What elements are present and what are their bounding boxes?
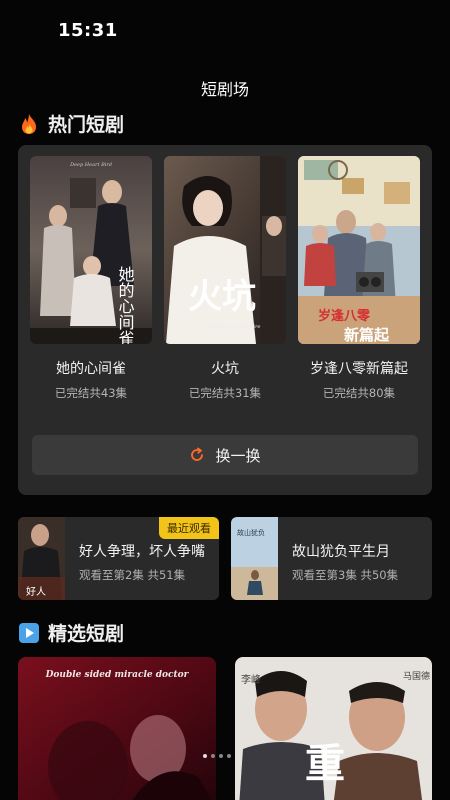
drama-title: 火坑 bbox=[211, 361, 239, 377]
poster-name-right: 马国德 bbox=[403, 670, 430, 682]
carousel-dot bbox=[227, 754, 231, 758]
page-title: 短剧场 bbox=[200, 80, 249, 99]
drama-status: 已完结共80集 bbox=[322, 386, 396, 400]
refresh-button[interactable]: 换一换 bbox=[32, 435, 418, 475]
featured-poster-title: Double sided miracle doctor bbox=[45, 670, 190, 680]
fire-icon bbox=[18, 113, 40, 135]
drama-poster[interactable]: 她的心间雀 Deep Heart Bird bbox=[30, 156, 152, 344]
recent-thumbnail: 好人 bbox=[18, 517, 65, 600]
poster-title-art: 火坑 bbox=[188, 277, 256, 317]
drama-status: 已完结共43集 bbox=[54, 386, 128, 400]
drama-title: 她的心间雀 bbox=[56, 361, 126, 377]
poster-name-left: 李峰 bbox=[241, 673, 261, 686]
thumb-title-art: 故山犹负 bbox=[237, 528, 265, 537]
featured-card[interactable]: Double sided miracle doctor bbox=[18, 657, 216, 800]
carousel-dot bbox=[203, 754, 207, 758]
refresh-icon bbox=[189, 447, 205, 463]
poster-tagline: Salvation by the Fire bbox=[207, 324, 260, 330]
carousel-indicator bbox=[203, 754, 231, 758]
poster-title-art: 她的心间雀 bbox=[116, 266, 135, 344]
recent-progress: 观看至第3集 共50集 bbox=[292, 568, 399, 582]
play-icon bbox=[18, 622, 40, 644]
recent-progress: 观看至第2集 共51集 bbox=[79, 568, 186, 582]
recent-badge: 最近观看 bbox=[159, 517, 219, 539]
recent-title: 好人争理，坏人争嘴 bbox=[79, 544, 205, 560]
hot-dramas-panel: 她的心间雀 Deep Heart Bird 她的心间雀 已完结共43集 火坑 S… bbox=[18, 145, 432, 495]
drama-poster[interactable]: 火坑 Salvation by the Fire bbox=[164, 156, 286, 344]
carousel-dot bbox=[219, 754, 223, 758]
picks-heading-label: 精选短剧 bbox=[48, 623, 125, 645]
hot-section-heading: 热门短剧 bbox=[18, 110, 124, 137]
drama-card[interactable]: 火坑 Salvation by the Fire 火坑 已完结共31集 bbox=[164, 156, 286, 401]
drama-status: 已完结共31集 bbox=[188, 386, 262, 400]
drama-title: 岁逢八零新篇起 bbox=[310, 361, 408, 377]
carousel-dot bbox=[211, 754, 215, 758]
status-time: 15:31 bbox=[58, 20, 118, 41]
picks-section-heading: 精选短剧 bbox=[18, 619, 124, 646]
poster-tagline: Deep Heart Bird bbox=[69, 162, 112, 168]
featured-card[interactable]: 李峰 马国德 重 bbox=[235, 657, 432, 800]
hot-heading-label: 热门短剧 bbox=[48, 114, 125, 136]
recent-watch-card[interactable]: 好人 好人争理，坏人争嘴 观看至第2集 共51集 最近观看 bbox=[18, 517, 219, 600]
recent-thumbnail: 故山犹负 bbox=[231, 517, 278, 600]
drama-poster[interactable]: 岁逢八零 新篇起 bbox=[298, 156, 420, 344]
recent-title: 故山犹负平生月 bbox=[292, 544, 390, 560]
drama-card[interactable]: 她的心间雀 Deep Heart Bird 她的心间雀 已完结共43集 bbox=[30, 156, 152, 401]
poster-title-art-2: 新篇起 bbox=[344, 326, 390, 344]
thumb-title-art: 好人 bbox=[26, 586, 46, 598]
drama-card[interactable]: 岁逢八零 新篇起 岁逢八零新篇起 已完结共80集 bbox=[298, 156, 420, 401]
poster-title-art: 岁逢八零 bbox=[318, 308, 371, 324]
featured-poster-title: 重 bbox=[305, 740, 345, 787]
recent-watch-card[interactable]: 故山犹负 故山犹负平生月 观看至第3集 共50集 bbox=[231, 517, 432, 600]
refresh-label: 换一换 bbox=[215, 446, 261, 465]
